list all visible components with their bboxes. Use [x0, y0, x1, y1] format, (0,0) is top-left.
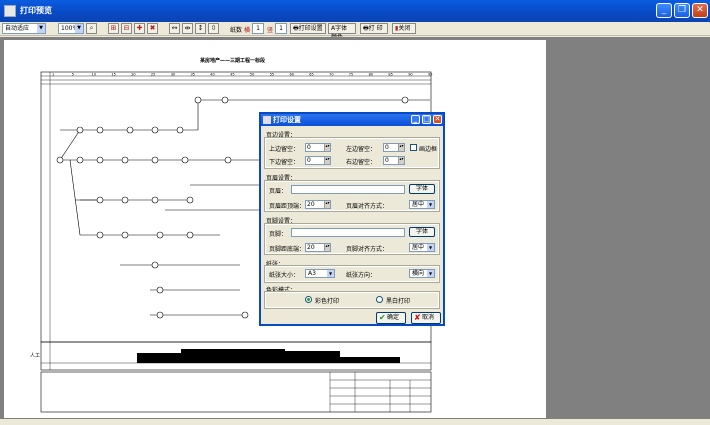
- paper-orientation-label: 纸张方向：: [346, 272, 377, 279]
- header-align-select[interactable]: 居中 ▼: [409, 200, 435, 209]
- axis-tick-label: 90: [408, 73, 412, 77]
- axis-tick-label: 80: [369, 73, 373, 77]
- axis-tick-label: 5: [72, 73, 74, 77]
- cancel-button[interactable]: ✘ 取消: [411, 312, 441, 324]
- axis-tick-label: 65: [309, 73, 313, 77]
- legend-table: [329, 372, 431, 412]
- axis-tick-label: 60: [290, 73, 294, 77]
- bottom-margin-input[interactable]: 0 ▴▾: [305, 156, 331, 165]
- bw-print-radio[interactable]: [376, 296, 383, 303]
- axis-tick-label: 25: [151, 73, 155, 77]
- dialog-maximize-icon[interactable]: □: [422, 115, 431, 124]
- top-margin-label: 上边留空：: [269, 146, 300, 153]
- header-text-label: 页眉：: [269, 188, 288, 195]
- footer-align-label: 页脚对齐方式：: [346, 246, 389, 253]
- header-distance-input[interactable]: 20 ▴▾: [305, 200, 331, 209]
- paper-orientation-select[interactable]: 横向 ▼: [409, 269, 435, 278]
- header-align-label: 页眉对齐方式：: [346, 203, 389, 210]
- footer-font-button[interactable]: 字体: [409, 227, 435, 237]
- axis-tick-label: 10: [92, 73, 96, 77]
- status-bar: [0, 419, 710, 425]
- histogram-label: 人工: [30, 353, 41, 359]
- draw-border-label: 画边框: [419, 146, 438, 153]
- left-margin-label: 左边留空：: [346, 146, 377, 153]
- footer-align-select[interactable]: 居中 ▼: [409, 243, 435, 252]
- ok-button[interactable]: ✔ 确定: [376, 312, 406, 324]
- footer-distance-label: 页脚距底端：: [269, 246, 306, 253]
- axis-tick-label: 15: [111, 73, 115, 77]
- color-print-label: 彩色打印: [315, 298, 340, 305]
- footer-text-label: 页脚：: [269, 231, 288, 238]
- axis-tick-label: 20: [131, 73, 135, 77]
- footer-distance-input[interactable]: 20 ▴▾: [305, 243, 331, 252]
- dialog-app-icon: [263, 116, 271, 124]
- dialog-close-icon[interactable]: ✕: [433, 115, 442, 124]
- legend-frame: [40, 371, 432, 413]
- dialog-titlebar: 打印设置 _ □ ✕: [261, 114, 443, 126]
- paper-size-label: 纸张大小：: [269, 272, 300, 279]
- axis-tick-label: 85: [388, 73, 392, 77]
- header-text-input[interactable]: [291, 185, 405, 194]
- paper-size-select[interactable]: A3 ▼: [305, 269, 335, 278]
- cancel-x-icon: ✘: [414, 313, 421, 322]
- bottom-margin-label: 下边留空：: [269, 159, 300, 166]
- axis-tick-label: 50: [250, 73, 254, 77]
- resource-histogram: [137, 349, 400, 363]
- header-font-button[interactable]: 字体: [409, 184, 435, 194]
- left-margin-input[interactable]: 0 ▴▾: [383, 143, 405, 152]
- dialog-title: 打印设置: [273, 116, 301, 124]
- axis-tick-label: 30: [171, 73, 175, 77]
- header-distance-label: 页眉距顶端：: [269, 203, 306, 210]
- right-margin-label: 右边留空：: [346, 159, 377, 166]
- axis-tick-label: 45: [230, 73, 234, 77]
- axis-tick-label: 95: [428, 73, 432, 77]
- color-group: [264, 291, 440, 309]
- top-margin-input[interactable]: 0 ▴▾: [305, 143, 331, 152]
- dialog-minimize-icon[interactable]: _: [411, 115, 420, 124]
- right-margin-input[interactable]: 0 ▴▾: [383, 156, 405, 165]
- check-icon: ✔: [379, 313, 386, 322]
- axis-tick-label: 40: [210, 73, 214, 77]
- axis-tick-label: 1: [52, 73, 54, 77]
- axis-tick-label: 35: [191, 73, 195, 77]
- axis-tick-label: 55: [270, 73, 274, 77]
- footer-text-input[interactable]: [291, 228, 405, 237]
- color-print-radio[interactable]: [305, 296, 312, 303]
- draw-border-checkbox[interactable]: [410, 144, 417, 151]
- print-settings-dialog: 打印设置 _ □ ✕ 页边设置： 上边留空： 0 ▴▾ 左边留空： 0 ▴▾ 画边框…: [259, 112, 445, 326]
- axis-tick-label: 75: [349, 73, 353, 77]
- bw-print-label: 黑白打印: [386, 298, 411, 305]
- axis-tick-label: 70: [329, 73, 333, 77]
